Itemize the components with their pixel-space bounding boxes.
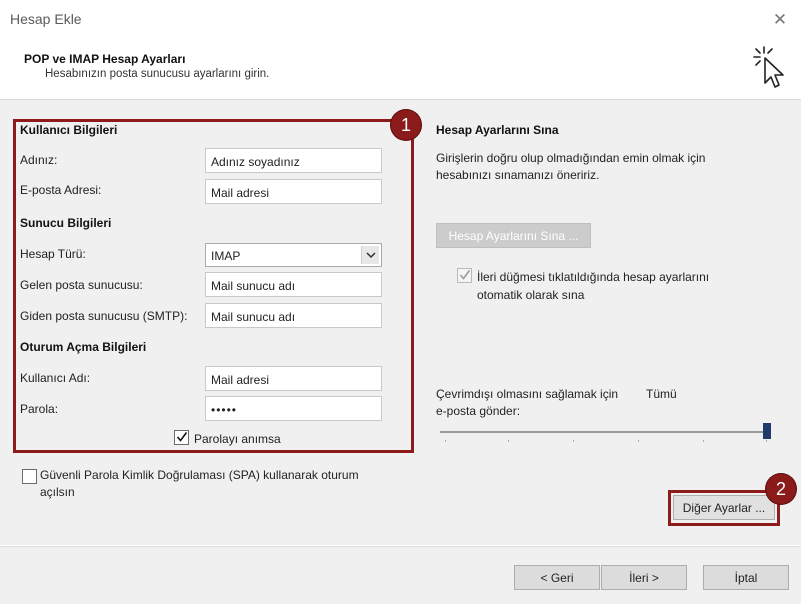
title-bar: Hesap Ekle ✕ bbox=[0, 0, 801, 38]
slider-tick bbox=[445, 440, 446, 442]
highlight-box-1 bbox=[13, 119, 414, 453]
spa-label-line1: Güvenli Parola Kimlik Doğrulaması (SPA) … bbox=[40, 468, 359, 482]
spa-checkbox[interactable] bbox=[22, 469, 37, 484]
offline-label-line2: e-posta gönder: bbox=[436, 404, 521, 418]
window-title: Hesap Ekle bbox=[10, 11, 82, 27]
test-settings-desc-line2: hesabınızı sınamanızı öneririz. bbox=[436, 168, 600, 182]
offline-slider-track[interactable] bbox=[440, 431, 770, 433]
mouse-cursor-icon bbox=[753, 46, 784, 88]
spa-label-line2: açılsın bbox=[40, 485, 75, 499]
slider-tick bbox=[703, 440, 704, 442]
test-account-settings-button[interactable]: Hesap Ayarlarını Sına ... bbox=[436, 223, 591, 248]
page-title: POP ve IMAP Hesap Ayarları bbox=[24, 52, 186, 66]
slider-tick bbox=[638, 440, 639, 442]
annotation-badge-2: 2 bbox=[766, 474, 796, 504]
auto-test-label-line1: İleri düğmesi tıklatıldığında hesap ayar… bbox=[477, 270, 710, 284]
dialog-header: POP ve IMAP Hesap Ayarları Hesabınızın p… bbox=[0, 38, 801, 100]
offline-label-line1: Çevrimdışı olmasını sağlamak için bbox=[436, 387, 619, 401]
test-settings-heading: Hesap Ayarlarını Sına bbox=[436, 123, 559, 137]
checkmark-icon bbox=[459, 270, 471, 280]
highlight-box-2 bbox=[668, 490, 780, 526]
close-icon[interactable]: ✕ bbox=[770, 10, 790, 30]
auto-test-checkbox[interactable] bbox=[457, 268, 472, 283]
offline-slider-thumb[interactable] bbox=[763, 423, 771, 439]
annotation-badge-1: 1 bbox=[391, 110, 421, 140]
slider-tick bbox=[573, 440, 574, 442]
slider-tick bbox=[508, 440, 509, 442]
offline-value: Tümü bbox=[646, 387, 677, 401]
cancel-button[interactable]: İptal bbox=[703, 565, 789, 590]
next-button[interactable]: İleri > bbox=[601, 565, 687, 590]
slider-tick bbox=[766, 440, 767, 442]
test-settings-desc-line1: Girişlerin doğru olup olmadığından emin … bbox=[436, 151, 706, 165]
auto-test-label-line2: otomatik olarak sına bbox=[477, 288, 585, 302]
back-button[interactable]: < Geri bbox=[514, 565, 600, 590]
page-subtitle: Hesabınızın posta sunucusu ayarlarını gi… bbox=[45, 68, 270, 80]
